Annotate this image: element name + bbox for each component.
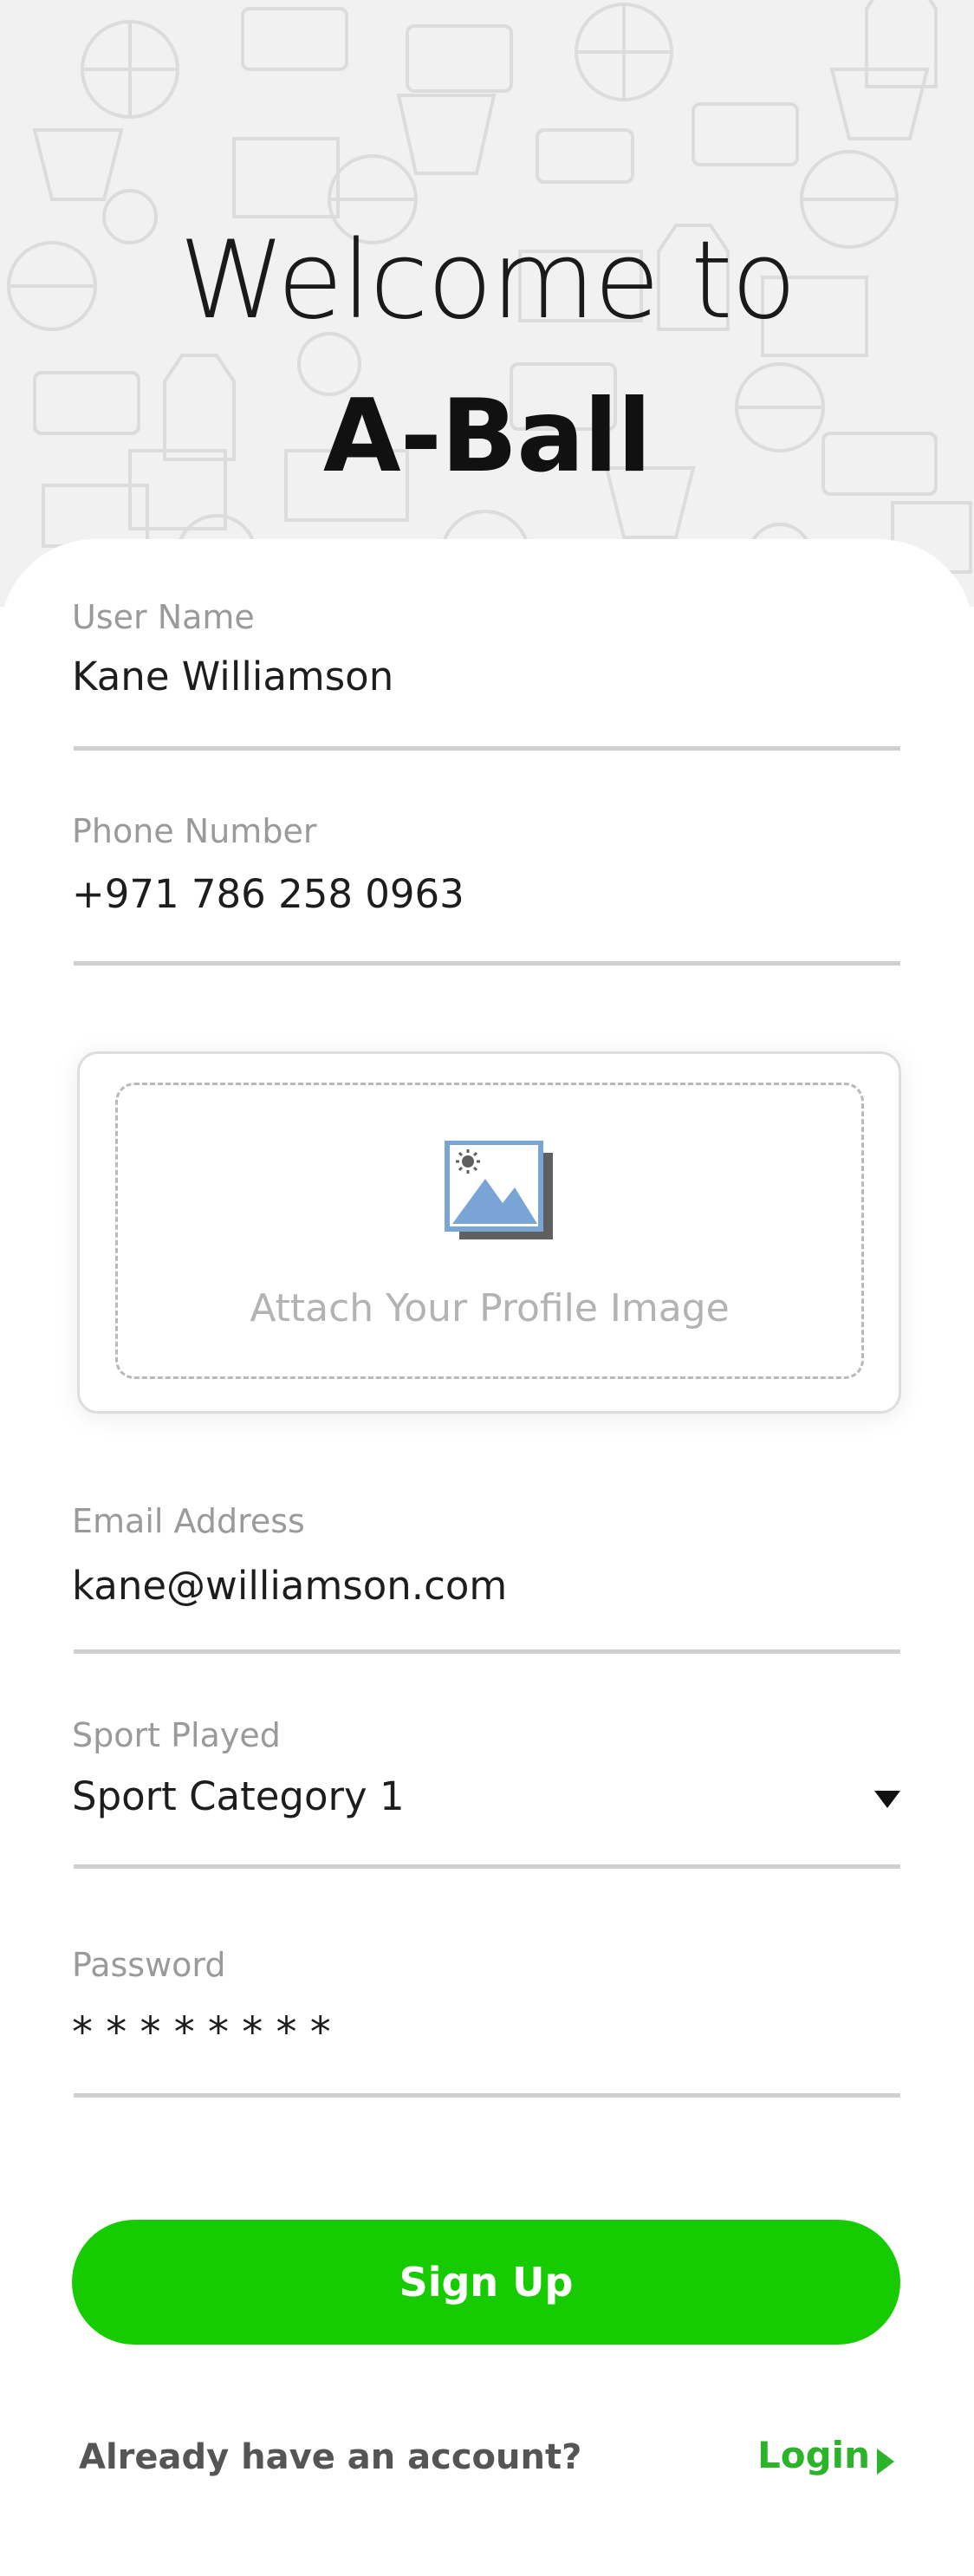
chevron-down-icon[interactable] [874,1791,900,1808]
upload-dropzone[interactable]: Attach Your Profile Image [115,1083,864,1379]
login-link[interactable]: Login [757,2434,870,2476]
email-input[interactable]: kane@williamson.com [72,1563,507,1609]
email-label: Email Address [72,1502,305,1540]
username-input[interactable]: Kane Williamson [72,654,393,699]
phone-field[interactable]: Phone Number +971 786 258 0963 [72,812,900,968]
header: Welcome to A-Ball [0,0,974,607]
username-underline [74,746,900,751]
signup-button[interactable]: Sign Up [72,2220,900,2345]
app-name-title: A-Ball [322,378,652,495]
welcome-title: Welcome to [179,218,796,343]
password-underline [74,2093,900,2098]
sport-underline [74,1864,900,1869]
profile-image-upload[interactable]: Attach Your Profile Image [77,1051,901,1414]
already-have-account-text: Already have an account? [79,2437,582,2477]
username-label: User Name [72,598,255,636]
password-field[interactable]: Password * * * * * * * * [72,1946,900,2102]
sport-selected-value[interactable]: Sport Category 1 [72,1773,405,1819]
image-icon [445,1141,553,1239]
phone-input[interactable]: +971 786 258 0963 [72,871,464,917]
username-field[interactable]: User Name Kane Williamson [72,598,900,754]
upload-label: Attach Your Profile Image [250,1286,730,1330]
email-field[interactable]: Email Address kane@williamson.com [72,1502,900,1658]
phone-underline [74,961,900,966]
email-underline [74,1649,900,1654]
play-arrow-icon[interactable] [877,2449,894,2475]
password-label: Password [72,1946,226,1984]
password-input[interactable]: * * * * * * * * [72,2008,331,2057]
phone-label: Phone Number [72,812,317,850]
sport-label: Sport Played [72,1716,281,1754]
sport-select[interactable]: Sport Played Sport Category 1 [72,1716,900,1872]
